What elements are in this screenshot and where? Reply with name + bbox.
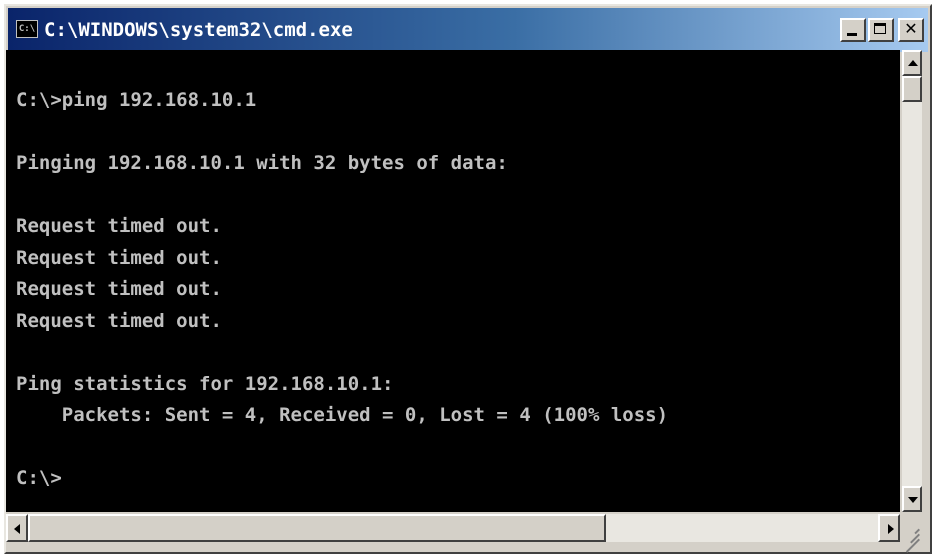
console-line: Request timed out. [16, 246, 222, 269]
vertical-scroll-thumb[interactable] [902, 76, 922, 102]
window-title: C:\WINDOWS\system32\cmd.exe [44, 19, 353, 41]
console-line: Request timed out. [16, 309, 222, 332]
minimize-button[interactable] [840, 18, 866, 42]
console-line: Packets: Sent = 4, Received = 0, Lost = … [16, 404, 669, 426]
cmd-app-icon[interactable]: C:\ [16, 20, 38, 38]
scroll-down-button[interactable] [902, 486, 922, 512]
maximize-button[interactable] [868, 18, 894, 42]
minimize-icon [847, 33, 857, 36]
resize-grip[interactable] [902, 514, 922, 553]
console-lines: C:\>ping 192.168.10.1 Pinging 192.168.10.… [16, 85, 668, 495]
console-line: Request timed out. [16, 215, 222, 237]
scroll-up-button[interactable] [902, 50, 922, 76]
maximize-icon [874, 23, 886, 34]
console-output[interactable]: C:\>ping 192.168.10.1 Pinging 192.168.10.… [6, 50, 900, 512]
arrow-up-icon [908, 60, 918, 66]
console-line: Pinging 192.168.10.1 with 32 bytes of da… [16, 152, 508, 174]
horizontal-scrollbar[interactable] [6, 514, 900, 542]
horizontal-scroll-thumb[interactable] [28, 514, 606, 542]
arrow-left-icon [14, 524, 20, 534]
console-line: C:\> [16, 467, 62, 489]
vertical-scrollbar[interactable] [902, 50, 922, 512]
close-icon: ✕ [904, 19, 918, 38]
console-line: Ping statistics for 192.168.10.1: [16, 372, 394, 395]
close-button[interactable]: ✕ [898, 18, 924, 42]
scroll-right-button[interactable] [878, 514, 900, 542]
title-bar[interactable]: C:\ C:\WINDOWS\system32\cmd.exe ✕ [8, 8, 928, 52]
arrow-right-icon [888, 524, 894, 534]
console-line: C:\>ping 192.168.10.1 [16, 89, 257, 111]
scroll-left-button[interactable] [6, 514, 28, 542]
arrow-down-icon [908, 497, 918, 503]
console-line: Request timed out. [16, 278, 222, 300]
